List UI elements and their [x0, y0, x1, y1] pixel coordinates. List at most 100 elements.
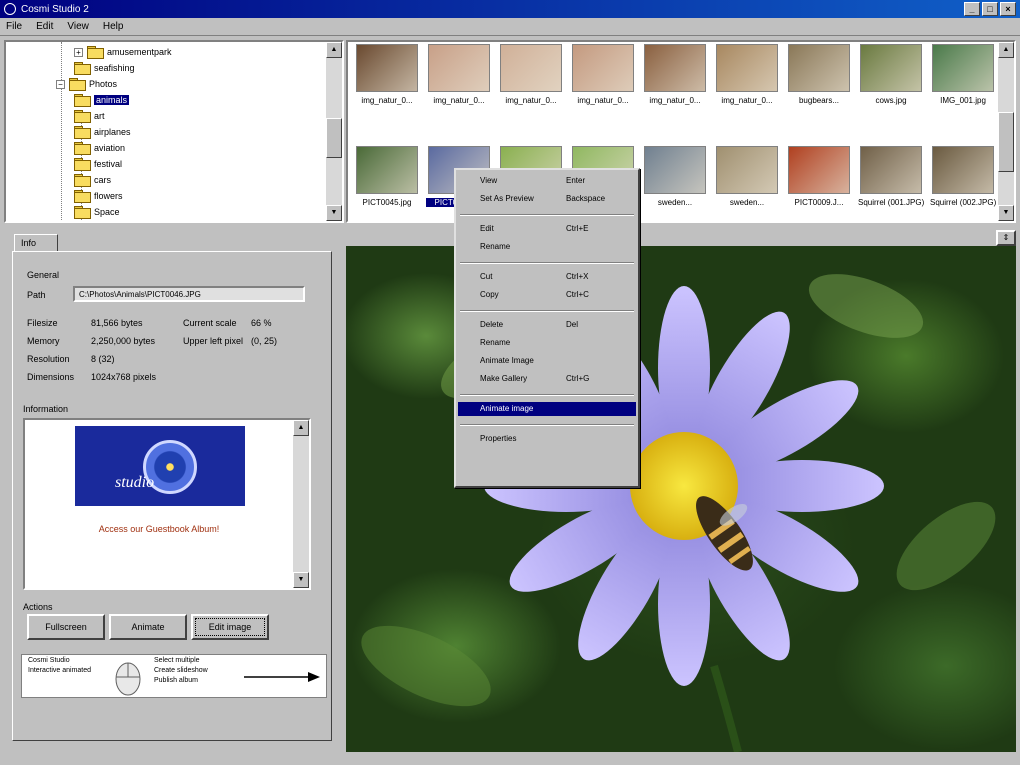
- menu-item-label: Animate Image: [480, 356, 534, 365]
- thumbnail-image: [428, 44, 490, 92]
- expand-icon[interactable]: +: [74, 47, 83, 57]
- thumbnail-grid[interactable]: ▲ ▼ img_natur_0... img_natur_0... img_natu…: [346, 40, 1016, 223]
- thumbnail-image: [932, 44, 994, 92]
- thumbnail[interactable]: img_natur_0...: [354, 44, 420, 105]
- thumbnail-image: [932, 146, 994, 194]
- actions-group-label: Actions: [23, 602, 53, 612]
- menu-item-label: Cut: [480, 272, 493, 281]
- path-field[interactable]: C:\Photos\Animals\PICT0046.JPG: [73, 286, 305, 302]
- menu-separator: [460, 214, 634, 216]
- menu-help[interactable]: Help: [103, 21, 124, 32]
- context-menu-item[interactable]: Copy Ctrl+C: [458, 288, 636, 302]
- thumbnail[interactable]: bugbears...: [786, 44, 852, 105]
- tree-item-label: festival: [94, 159, 123, 169]
- tree-item[interactable]: + amusementpark: [74, 44, 172, 60]
- thumbnail-caption: img_natur_0...: [721, 96, 773, 105]
- menu-file[interactable]: File: [6, 21, 22, 32]
- context-menu-item[interactable]: Cut Ctrl+X: [458, 270, 636, 284]
- maximize-button[interactable]: □: [982, 2, 998, 16]
- tree-item[interactable]: Space: [74, 204, 120, 220]
- image-preview[interactable]: [346, 246, 1016, 752]
- memory-label: Memory: [27, 336, 60, 346]
- thumbnail[interactable]: PICT0009.J...: [786, 146, 852, 207]
- context-menu-item[interactable]: Properties: [458, 432, 636, 446]
- thumbnail-scrollbar[interactable]: ▲ ▼: [998, 42, 1014, 221]
- logo-text: studio: [115, 474, 155, 491]
- tree-item[interactable]: aviation: [74, 140, 125, 156]
- context-menu-item[interactable]: View Enter: [458, 174, 636, 188]
- menu-item-label: Set As Preview: [480, 194, 534, 203]
- thumbnail[interactable]: img_natur_0...: [426, 44, 492, 105]
- animate-button[interactable]: Animate: [109, 614, 187, 640]
- arrow-right-icon: [244, 672, 320, 682]
- tree-item[interactable]: animals: [74, 92, 130, 108]
- context-menu-item[interactable]: Animate Image: [458, 354, 636, 368]
- thumbnail-caption: sweden...: [729, 198, 765, 207]
- scroll-thumb[interactable]: [326, 118, 342, 158]
- thumbnail[interactable]: Squirrel (002.JPG): [930, 146, 996, 207]
- promo-banner[interactable]: Cosmi Studio Interactive animated Select…: [21, 654, 327, 698]
- thumbnail[interactable]: sweden...: [714, 146, 780, 207]
- preview-scroll-button[interactable]: ⇕: [996, 230, 1016, 246]
- thumbnail-caption: img_natur_0...: [361, 96, 413, 105]
- tree-scrollbar[interactable]: ▲ ▼: [326, 42, 342, 221]
- thumbnail-image: [500, 44, 562, 92]
- thumbnail-caption: bugbears...: [798, 96, 840, 105]
- context-menu-item[interactable]: Animate image: [458, 402, 636, 416]
- thumbnail[interactable]: img_natur_0...: [714, 44, 780, 105]
- tree-item-label: amusementpark: [107, 47, 172, 57]
- thumbnail[interactable]: Squirrel (001.JPG): [858, 146, 924, 207]
- thumbnail[interactable]: img_natur_0...: [570, 44, 636, 105]
- edit-image-button[interactable]: Edit image: [191, 614, 269, 640]
- info-scrollbar[interactable]: ▲ ▼: [293, 420, 309, 588]
- folder-icon: [87, 46, 104, 59]
- scroll-up-icon[interactable]: ▲: [998, 42, 1014, 58]
- thumbnail[interactable]: img_natur_0...: [498, 44, 564, 105]
- thumbnail-image: [356, 44, 418, 92]
- tree-item[interactable]: festival: [74, 156, 122, 172]
- context-menu-item[interactable]: Set As Preview Backspace: [458, 192, 636, 206]
- folder-icon: [74, 158, 91, 171]
- thumbnail[interactable]: IMG_001.jpg: [930, 44, 996, 105]
- menu-item-label: Animate image: [480, 404, 534, 413]
- context-menu-item[interactable]: Rename: [458, 240, 636, 254]
- information-group-label: Information: [23, 404, 69, 414]
- banner-line4: Create slideshow: [154, 667, 208, 674]
- tab-info[interactable]: Info: [14, 234, 58, 252]
- menu-separator: [460, 310, 634, 312]
- fullscreen-button[interactable]: Fullscreen: [27, 614, 105, 640]
- tree-item[interactable]: art: [74, 108, 105, 124]
- thumbnail[interactable]: sweden...: [642, 146, 708, 207]
- dimensions-value: 1024x768 pixels: [91, 372, 157, 382]
- thumbnail[interactable]: PICT0045.jpg: [354, 146, 420, 207]
- context-menu-item[interactable]: Delete Del: [458, 318, 636, 332]
- tree-item[interactable]: airplanes: [74, 124, 131, 140]
- menu-view[interactable]: View: [67, 21, 89, 32]
- minimize-button[interactable]: _: [964, 2, 980, 16]
- scroll-down-icon[interactable]: ▼: [326, 205, 342, 221]
- window-title: Cosmi Studio 2: [21, 3, 89, 15]
- scroll-down-icon[interactable]: ▼: [293, 572, 309, 588]
- menu-item-shortcut: Backspace: [566, 194, 606, 203]
- scroll-down-icon[interactable]: ▼: [998, 205, 1014, 221]
- scroll-up-icon[interactable]: ▲: [326, 42, 342, 58]
- close-button[interactable]: ×: [1000, 2, 1016, 16]
- tree-item[interactable]: − Photos: [56, 76, 117, 92]
- context-menu-item[interactable]: Rename: [458, 336, 636, 350]
- guestbook-link[interactable]: Access our Guestbook Album!: [25, 524, 293, 534]
- context-menu-item[interactable]: Edit Ctrl+E: [458, 222, 636, 236]
- thumbnail-image: [644, 44, 706, 92]
- collapse-icon[interactable]: −: [56, 79, 65, 89]
- tree-item[interactable]: cars: [74, 172, 111, 188]
- thumbnail[interactable]: img_natur_0...: [642, 44, 708, 105]
- tree-item[interactable]: seafishing: [74, 60, 135, 76]
- thumbnail[interactable]: cows.jpg: [858, 44, 924, 105]
- menu-item-label: View: [480, 176, 498, 185]
- menu-item-shortcut: Del: [566, 320, 579, 329]
- menu-edit[interactable]: Edit: [36, 21, 53, 32]
- scroll-thumb[interactable]: [998, 112, 1014, 172]
- context-menu-item[interactable]: Make Gallery Ctrl+G: [458, 372, 636, 386]
- scroll-up-icon[interactable]: ▲: [293, 420, 309, 436]
- tree-item[interactable]: flowers: [74, 188, 123, 204]
- folder-tree[interactable]: ▲ ▼ + amusementpark seafishing − Photos anima…: [4, 40, 344, 223]
